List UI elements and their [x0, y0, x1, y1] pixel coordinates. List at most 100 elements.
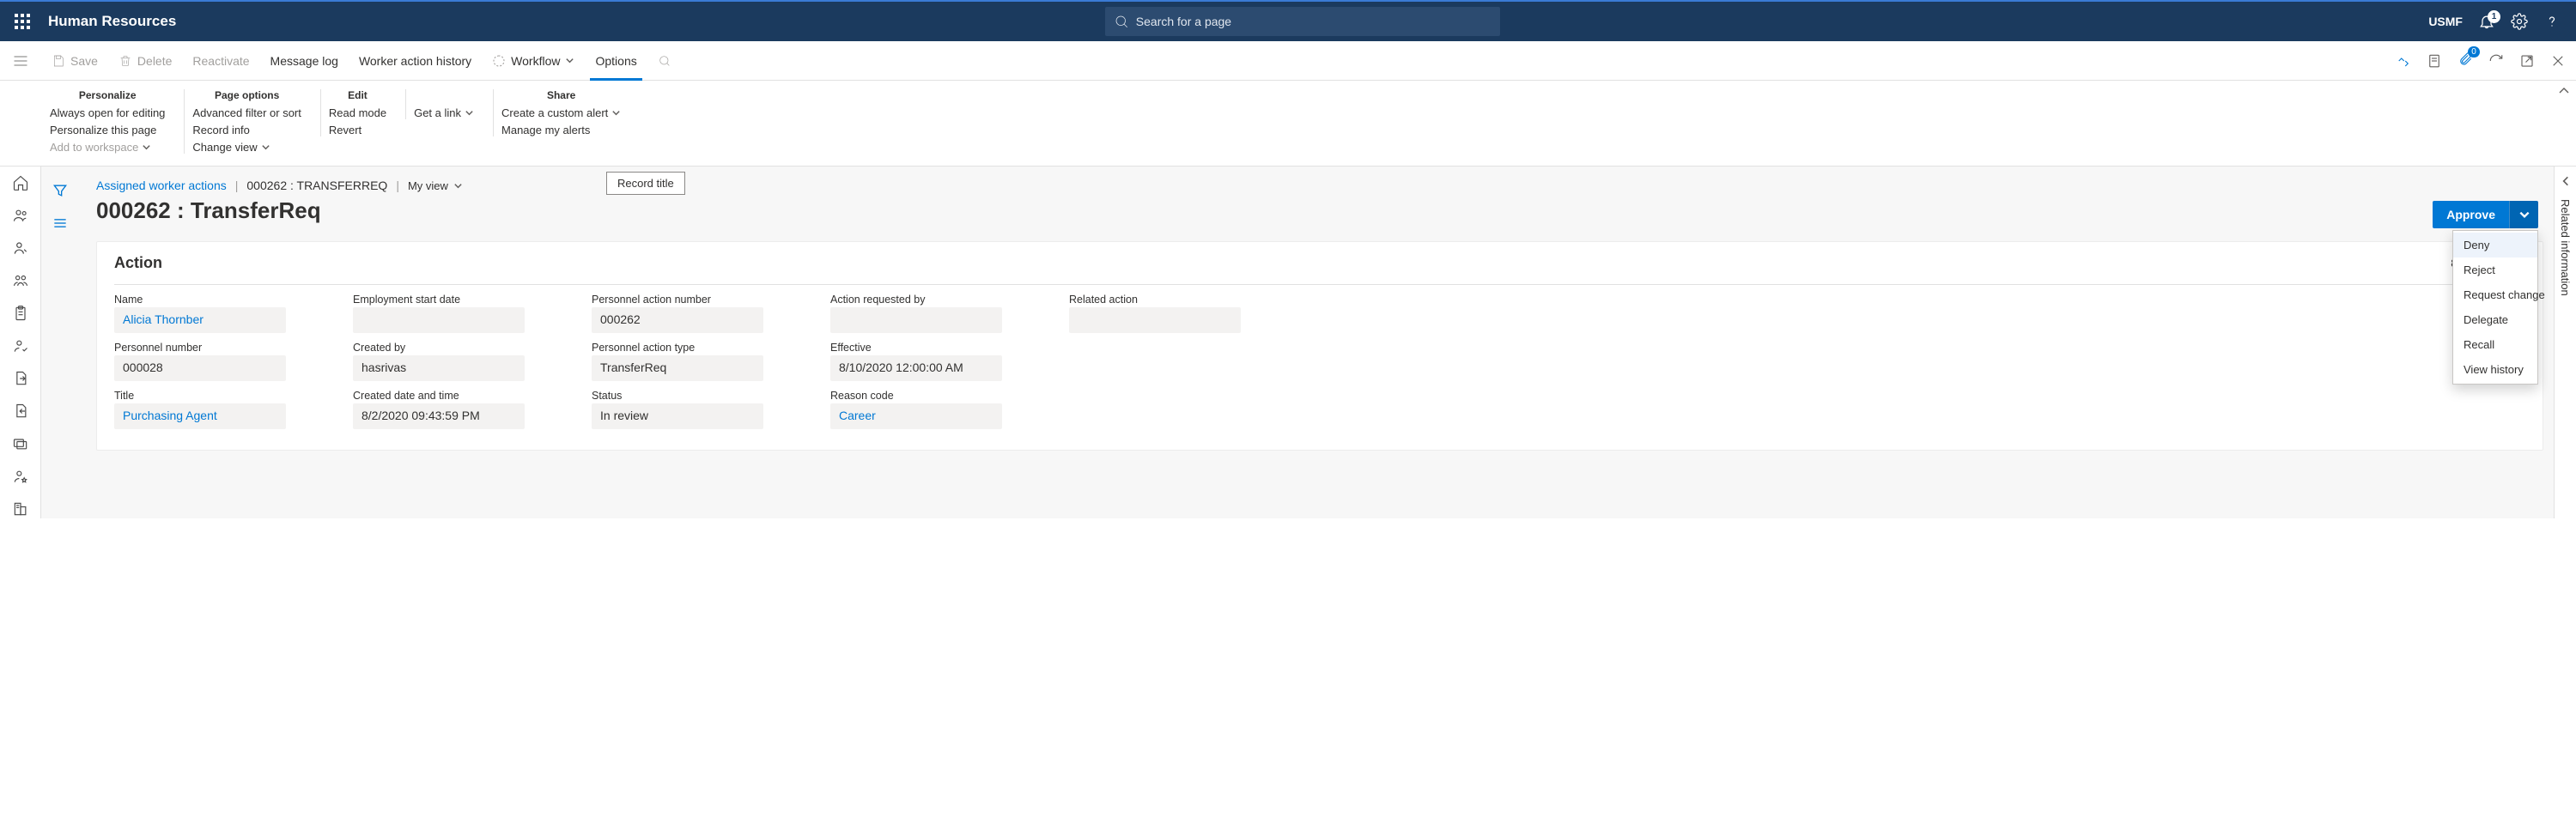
app-launcher-icon[interactable] — [7, 6, 38, 37]
global-search[interactable]: Search for a page — [1105, 7, 1500, 36]
page-icon[interactable] — [2427, 53, 2442, 69]
nav-toggle-icon[interactable] — [0, 52, 41, 70]
help-icon[interactable] — [2543, 13, 2561, 30]
approve-menu-recall[interactable]: Recall — [2453, 332, 2537, 357]
gear-icon[interactable] — [2511, 13, 2528, 30]
approve-menu-delegate[interactable]: Delegate — [2453, 307, 2537, 332]
workflow-button[interactable]: Workflow — [482, 41, 585, 81]
nav-person-icon[interactable] — [11, 239, 30, 257]
filter-icon[interactable] — [52, 182, 69, 199]
value-status: In review — [592, 403, 763, 429]
advanced-filter-sort[interactable]: Advanced filter or sort — [192, 106, 301, 119]
nav-cards-icon[interactable] — [11, 434, 30, 453]
content-area: Assigned worker actions | 000262 : TRANS… — [41, 167, 2576, 518]
approve-menu-request-change[interactable]: Request change — [2453, 282, 2537, 307]
label-created-by: Created by — [353, 342, 559, 354]
label-effective: Effective — [830, 342, 1036, 354]
global-header: Human Resources Search for a page USMF 1 — [0, 0, 2576, 41]
nav-home-icon[interactable] — [11, 173, 30, 192]
get-a-link[interactable]: Get a link — [414, 106, 474, 119]
attachments-button[interactable]: 0 — [2458, 51, 2473, 70]
action-card: Action 8/10/2020 12:0 NameAlicia Thornbe… — [96, 241, 2543, 451]
label-personnel-number: Personnel number — [114, 342, 320, 354]
actionbar-search-icon[interactable] — [647, 41, 682, 81]
approve-button[interactable]: Approve — [2433, 201, 2509, 228]
approve-menu-view-history[interactable]: View history — [2453, 357, 2537, 382]
delete-button: Delete — [108, 41, 182, 81]
record-info[interactable]: Record info — [192, 124, 301, 136]
add-to-workspace: Add to workspace — [50, 141, 165, 154]
revert[interactable]: Revert — [329, 124, 386, 136]
value-employment-start — [353, 307, 525, 333]
notifications-button[interactable]: 1 — [2478, 13, 2495, 30]
value-personnel-number: 000028 — [114, 355, 286, 381]
breadcrumb: Assigned worker actions | 000262 : TRANS… — [96, 179, 2554, 192]
value-reason[interactable]: Career — [830, 403, 1002, 429]
label-title: Title — [114, 390, 320, 402]
chevron-left-icon[interactable] — [2560, 175, 2572, 187]
company-picker[interactable]: USMF — [2428, 15, 2463, 28]
related-info-label: Related information — [2559, 199, 2572, 296]
popout-icon[interactable] — [2519, 53, 2535, 69]
personalize-icon[interactable] — [2396, 53, 2411, 69]
label-status: Status — [592, 390, 798, 402]
value-requested-by — [830, 307, 1002, 333]
nav-org-icon[interactable] — [11, 500, 30, 518]
nav-doc-in-icon[interactable] — [11, 402, 30, 421]
message-log-button[interactable]: Message log — [260, 41, 349, 81]
approve-menu-reject[interactable]: Reject — [2453, 257, 2537, 282]
content-tools — [41, 167, 79, 518]
record-title-tooltip: Record title — [606, 172, 685, 195]
header-right: USMF 1 — [2428, 13, 2569, 30]
create-custom-alert[interactable]: Create a custom alert — [501, 106, 621, 119]
attachments-count: 0 — [2468, 46, 2480, 58]
change-view[interactable]: Change view — [192, 141, 301, 154]
ribbon-group-share: Share Create a custom alert Manage my al… — [493, 81, 640, 145]
approve-dropdown-toggle[interactable] — [2509, 201, 2538, 228]
nav-people-icon[interactable] — [11, 206, 30, 225]
nav-person-star-icon[interactable] — [11, 467, 30, 486]
label-pan: Personnel action number — [592, 294, 798, 306]
personalize-this-page[interactable]: Personalize this page — [50, 124, 165, 136]
value-title[interactable]: Purchasing Agent — [114, 403, 286, 429]
approve-menu: Deny Reject Request change Delegate Reca… — [2452, 230, 2538, 385]
nav-group-icon[interactable] — [11, 271, 30, 290]
crumb-assigned-actions[interactable]: Assigned worker actions — [96, 179, 227, 192]
ribbon-group-page-options: Page options Advanced filter or sort Rec… — [184, 81, 319, 162]
read-mode[interactable]: Read mode — [329, 106, 386, 119]
crumb-record: 000262 : TRANSFERREQ — [246, 179, 387, 192]
nav-clipboard-icon[interactable] — [11, 304, 30, 323]
label-related-action: Related action — [1069, 294, 1275, 306]
value-created-dt: 8/2/2020 09:43:59 PM — [353, 403, 525, 429]
page-title: 000262 : TransferReq — [96, 197, 2554, 224]
search-placeholder: Search for a page — [1136, 15, 1231, 28]
value-created-by: hasrivas — [353, 355, 525, 381]
value-name[interactable]: Alicia Thornber — [114, 307, 286, 333]
close-icon[interactable] — [2550, 53, 2566, 69]
label-reason: Reason code — [830, 390, 1036, 402]
label-employment-start: Employment start date — [353, 294, 559, 306]
value-pan: 000262 — [592, 307, 763, 333]
label-name: Name — [114, 294, 320, 306]
reactivate-button: Reactivate — [182, 41, 259, 81]
nav-person-check-icon[interactable] — [11, 336, 30, 355]
always-open-editing[interactable]: Always open for editing — [50, 106, 165, 119]
options-tab[interactable]: Options — [585, 41, 647, 81]
save-button: Save — [41, 41, 108, 81]
action-bar: Save Delete Reactivate Message log Worke… — [0, 41, 2576, 81]
label-requested-by: Action requested by — [830, 294, 1036, 306]
worker-action-history-button[interactable]: Worker action history — [349, 41, 482, 81]
label-pat: Personnel action type — [592, 342, 798, 354]
refresh-icon[interactable] — [2488, 53, 2504, 69]
left-nav-rail — [0, 167, 41, 518]
body: Assigned worker actions | 000262 : TRANS… — [0, 167, 2576, 518]
page: Assigned worker actions | 000262 : TRANS… — [79, 167, 2554, 518]
approve-menu-deny[interactable]: Deny — [2453, 233, 2537, 257]
manage-my-alerts[interactable]: Manage my alerts — [501, 124, 621, 136]
crumb-view[interactable]: My view — [408, 179, 463, 192]
ribbon-collapse-icon[interactable] — [2557, 84, 2571, 100]
list-icon[interactable] — [52, 215, 69, 232]
notifications-count: 1 — [2488, 10, 2500, 23]
related-info-rail[interactable]: Related information — [2554, 167, 2576, 518]
nav-doc-out-icon[interactable] — [11, 369, 30, 388]
